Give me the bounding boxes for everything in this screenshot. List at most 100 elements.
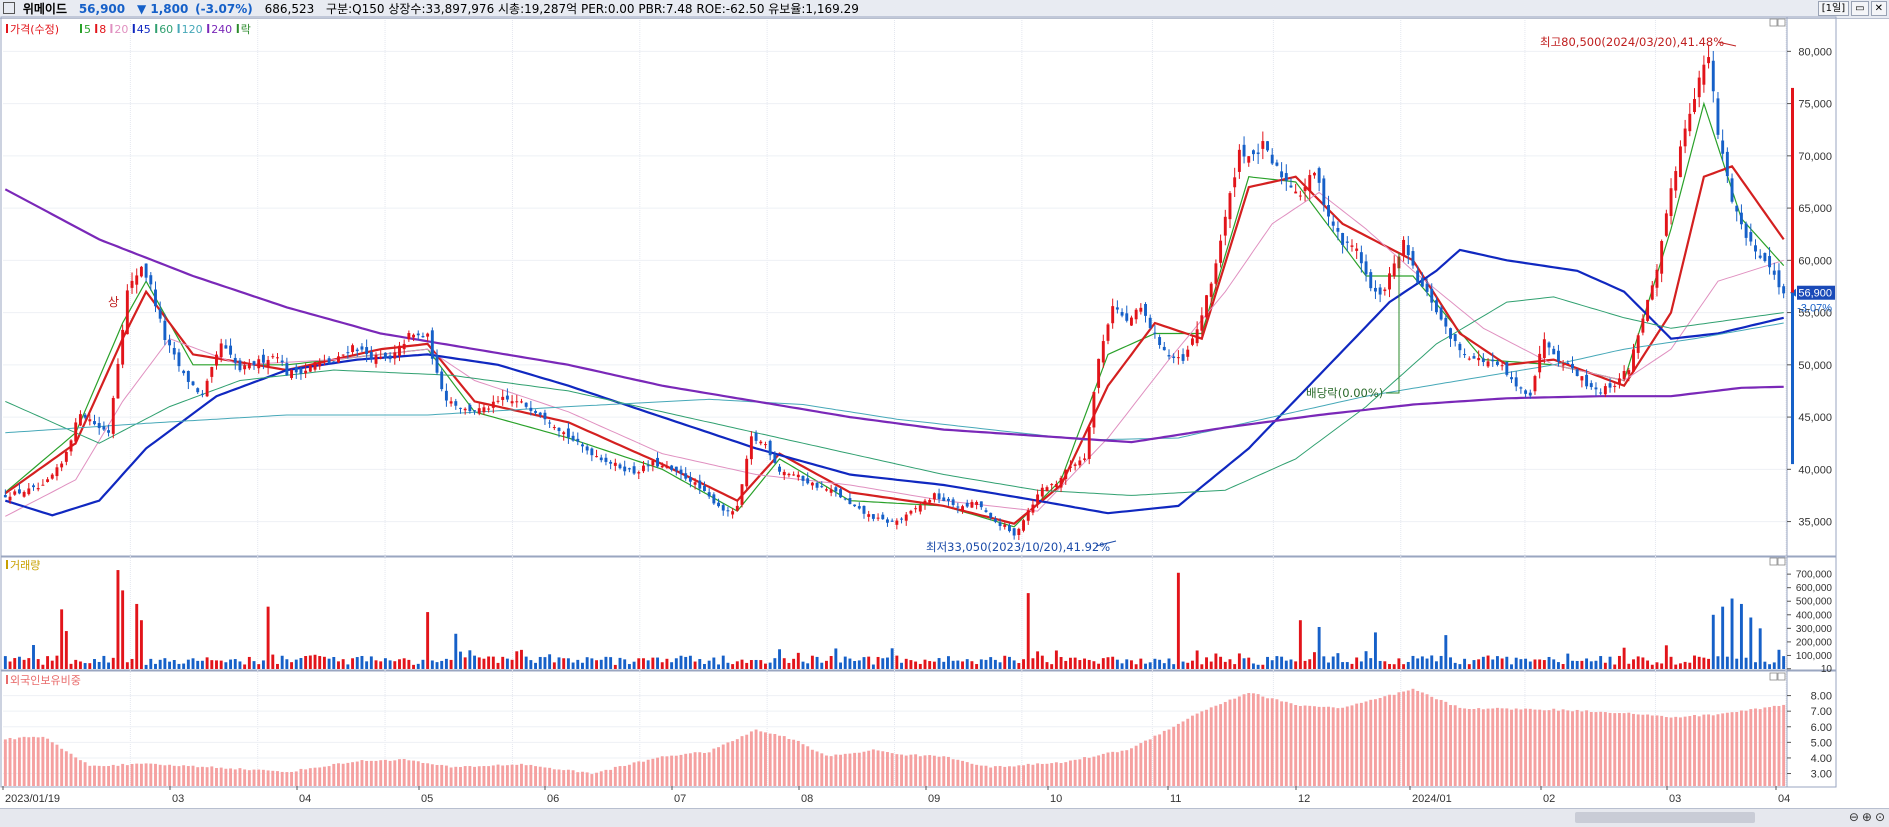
volume-bar (1636, 656, 1640, 669)
volume-bar (1237, 653, 1241, 669)
candle-body (1486, 361, 1490, 367)
foreign-bar (623, 765, 627, 786)
volume-bar (1266, 656, 1269, 669)
candle-body (1533, 376, 1537, 392)
foreign-bar (294, 771, 298, 786)
foreign-bar (1068, 760, 1072, 786)
volume-bar (449, 659, 453, 669)
candle-body (233, 357, 237, 363)
stock-chart[interactable]: 35,00040,00045,00050,00055,00060,00065,0… (0, 0, 1889, 808)
chart-scrollbar[interactable]: ⊖ ⊕ ⊙ (0, 808, 1889, 827)
volume-bar (1331, 656, 1335, 669)
candle-body (172, 347, 176, 355)
scroll-thumb[interactable] (1575, 812, 1755, 823)
foreign-bar (276, 771, 279, 786)
volume-bar (383, 658, 387, 669)
candle-body (642, 465, 645, 472)
volume-bar (1364, 651, 1368, 669)
dividend-annotation-line (1386, 253, 1400, 394)
volume-bar (745, 662, 749, 669)
volume-bar (154, 663, 157, 669)
foreign-bar (534, 766, 538, 786)
candle-body (613, 462, 617, 466)
foreign-bar (290, 771, 294, 786)
candle-body (1772, 270, 1776, 275)
foreign-bar (529, 764, 533, 786)
foreign-bar (1608, 712, 1612, 786)
foreign-bar (853, 752, 857, 786)
foreign-bar (1561, 709, 1565, 786)
volume-bar (623, 659, 627, 669)
volume-bar (1036, 651, 1040, 669)
foreign-bar (764, 732, 767, 786)
foreign-bar (796, 740, 800, 786)
volume-bar (1026, 593, 1030, 669)
volume-bar (632, 661, 636, 669)
candle-body (200, 393, 204, 395)
foreign-bar (149, 763, 153, 786)
foreign-bar (735, 739, 739, 786)
candle-body (294, 366, 298, 373)
foreign-bar (102, 766, 106, 786)
candle-body (674, 466, 678, 471)
foreign-bar (843, 753, 847, 786)
candle-body (83, 414, 87, 418)
volume-bar (107, 662, 111, 669)
candle-body (487, 408, 491, 410)
foreign-bar (918, 756, 922, 786)
volume-bar (1378, 660, 1382, 669)
foreign-bar (604, 769, 608, 786)
foreign-bar (1721, 713, 1725, 786)
foreign-bar (1627, 712, 1631, 786)
foreign-bar (107, 765, 111, 786)
candle-body (1528, 392, 1532, 396)
volume-bar (674, 658, 678, 669)
foreign-bar (1139, 743, 1143, 786)
foreign-bar (947, 756, 950, 786)
candle-body (238, 360, 242, 371)
volume-bar (1190, 660, 1194, 669)
volume-bar (876, 656, 880, 669)
candle-body (688, 477, 692, 482)
foreign-bar (64, 751, 68, 786)
candle-body (890, 520, 894, 522)
foreign-bar (1622, 713, 1626, 786)
candle-body (942, 497, 946, 502)
zoom-out-icon[interactable]: ⊖ (1849, 810, 1859, 824)
candle-body (186, 371, 190, 382)
candle-body (64, 451, 68, 462)
candle-body (1585, 374, 1589, 387)
volume-bar (1144, 663, 1147, 669)
candle-body (1449, 328, 1452, 339)
foreign-bar (1209, 707, 1213, 786)
volume-bar (1355, 657, 1359, 669)
candle-body (759, 441, 763, 444)
foreign-bar (1613, 713, 1617, 786)
candle-body (505, 395, 509, 400)
candle-body (1674, 171, 1678, 191)
candle-body (1205, 295, 1208, 318)
volume-bar (501, 656, 505, 669)
foreign-bar (881, 751, 885, 786)
candle-body (341, 354, 345, 356)
zoom-in-icon[interactable]: ⊕ (1862, 810, 1872, 824)
volume-tick-label: 500,000 (1796, 597, 1833, 608)
foreign-bar (698, 752, 702, 786)
candle-body (1017, 528, 1021, 536)
candle-body (257, 359, 261, 369)
foreign-bar (1073, 759, 1077, 786)
candle-body (1341, 232, 1345, 245)
foreign-bar (1219, 704, 1223, 786)
volume-bar (1345, 662, 1349, 669)
foreign-bar (252, 769, 256, 786)
candle-body (459, 407, 462, 409)
zoom-reset-icon[interactable]: ⊙ (1875, 810, 1885, 824)
volume-bar (1054, 650, 1058, 669)
candle-body (1327, 205, 1330, 217)
volume-bar (1101, 658, 1105, 669)
candle-body (646, 465, 650, 467)
candle-body (1603, 386, 1607, 395)
candle-body (318, 361, 322, 367)
candle-body (1148, 317, 1152, 329)
volume-bar (64, 631, 68, 669)
